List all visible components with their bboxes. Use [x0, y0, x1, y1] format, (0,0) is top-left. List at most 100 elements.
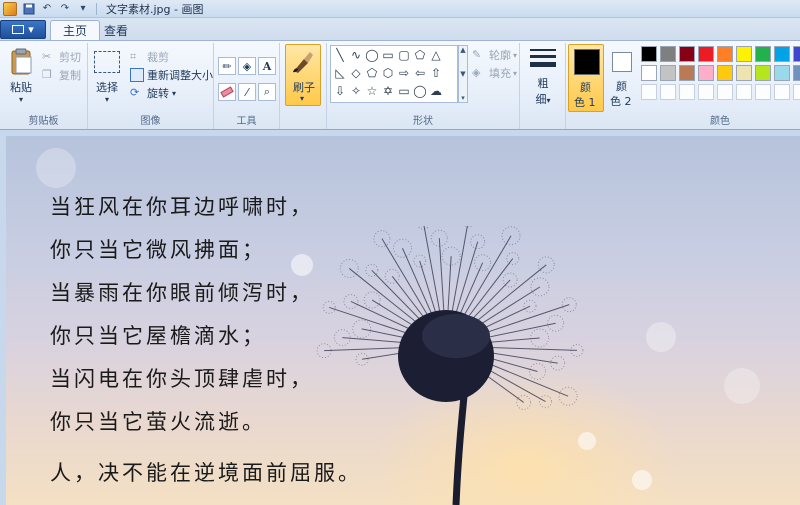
custom-color-slot[interactable] — [774, 84, 790, 100]
chevron-down-icon: ▾ — [513, 68, 518, 78]
palette-swatch[interactable] — [679, 46, 695, 62]
fill-bucket-icon[interactable]: ◈ — [238, 57, 256, 75]
pentagon-shape-icon[interactable]: ⬠ — [365, 66, 379, 80]
copy-button[interactable]: ❐ 复制 — [42, 67, 81, 83]
palette-swatch[interactable] — [641, 65, 657, 81]
palette-swatch[interactable] — [717, 65, 733, 81]
scroll-down-icon[interactable]: ▼ — [460, 70, 465, 78]
palette-swatch[interactable] — [755, 46, 771, 62]
four-point-star-icon[interactable]: ✧ — [349, 84, 363, 98]
menu-box-icon — [12, 25, 25, 34]
crop-label: 裁剪 — [147, 51, 169, 64]
outline-icon: ✎ — [472, 48, 482, 61]
outline-button[interactable]: ✎ 轮廓 ▾ — [472, 47, 517, 63]
brush-label: 刷子 — [293, 81, 315, 94]
palette-swatch[interactable] — [736, 65, 752, 81]
cut-label: 剪切 — [59, 51, 81, 64]
tab-view[interactable]: 查看 — [92, 20, 140, 40]
poem-line: 当闪电在你头顶肆虐时， — [50, 367, 314, 391]
crop-button[interactable]: ⌗ 裁剪 — [130, 49, 169, 65]
right-arrow-shape-icon[interactable]: ⇨ — [397, 66, 411, 80]
triangle-shape-icon[interactable]: △ — [429, 48, 443, 62]
undo-icon[interactable]: ↶ — [39, 2, 55, 16]
fill-label: 填充 — [489, 67, 511, 80]
poem-line: 当暴雨在你眼前倾泻时， — [50, 281, 314, 305]
size-button[interactable]: 粗 细▾ — [528, 47, 558, 107]
paste-button[interactable]: 粘贴 ▾ — [6, 47, 36, 104]
paint-menu-button[interactable]: ▾ — [0, 20, 46, 39]
left-arrow-shape-icon[interactable]: ⇦ — [413, 66, 427, 80]
palette-swatch[interactable] — [755, 65, 771, 81]
palette-swatch[interactable] — [736, 46, 752, 62]
line-shape-icon[interactable]: ╲ — [333, 48, 347, 62]
line-width-icon — [530, 49, 556, 67]
oval-callout-icon[interactable]: ◯ — [413, 84, 427, 98]
paste-label: 粘贴 — [10, 81, 32, 94]
dandelion-seed-tuft — [464, 226, 473, 228]
chevron-down-icon: ▾ — [300, 94, 305, 103]
rect-callout-icon[interactable]: ▭ — [397, 84, 411, 98]
custom-color-slot[interactable] — [755, 84, 771, 100]
image-group: 选择 ▾ ⌗ 裁剪 重新调整大小 ⟳ 旋转 ▾ 图像 — [88, 43, 214, 129]
down-arrow-shape-icon[interactable]: ⇩ — [333, 84, 347, 98]
six-point-star-icon[interactable]: ✡ — [381, 84, 395, 98]
oval-shape-icon[interactable]: ◯ — [365, 48, 379, 62]
diamond-shape-icon[interactable]: ◇ — [349, 66, 363, 80]
palette-swatch[interactable] — [774, 46, 790, 62]
brush-button[interactable]: 刷子 ▾ — [285, 44, 321, 106]
palette-swatch[interactable] — [774, 65, 790, 81]
rounded-rectangle-shape-icon[interactable]: ▢ — [397, 48, 411, 62]
palette-swatch[interactable] — [717, 46, 733, 62]
custom-color-slot[interactable] — [679, 84, 695, 100]
custom-color-slot[interactable] — [698, 84, 714, 100]
shapes-scrollbar[interactable]: ▲ ▼ ▾ — [458, 45, 468, 103]
eraser-icon[interactable] — [218, 83, 236, 101]
drawing-canvas[interactable]: 当狂风在你耳边呼啸时， 你只当它微风拂面； 当暴雨在你眼前倾泻时， 你只当它屋檐… — [6, 136, 800, 505]
custom-color-slot[interactable] — [660, 84, 676, 100]
qat-separator — [96, 2, 97, 15]
up-arrow-shape-icon[interactable]: ⇧ — [429, 66, 443, 80]
color-picker-icon[interactable]: ⁄ — [238, 83, 256, 101]
resize-label: 重新调整大小 — [147, 69, 213, 82]
magnifier-icon[interactable]: ⌕ — [258, 83, 276, 101]
select-rectangle-icon — [94, 51, 120, 73]
cut-button[interactable]: ✂ 剪切 — [42, 49, 81, 65]
select-button[interactable]: 选择 ▾ — [94, 49, 120, 104]
paint-app-icon[interactable] — [3, 1, 17, 16]
custom-color-slot[interactable] — [717, 84, 733, 100]
fill-button[interactable]: ◈ 填充 ▾ — [472, 65, 517, 81]
cloud-callout-icon[interactable]: ☁ — [429, 84, 443, 98]
dandelion-seed-tuft — [516, 394, 532, 410]
expand-gallery-icon[interactable]: ▾ — [461, 94, 465, 102]
poem-line: 人，决不能在逆境面前屈服。 — [50, 461, 362, 485]
palette-swatch[interactable] — [793, 65, 800, 81]
text-tool-icon[interactable]: A — [258, 57, 276, 75]
palette-swatch[interactable] — [641, 46, 657, 62]
pencil-icon[interactable]: ✏ — [218, 57, 236, 75]
custom-color-slot[interactable] — [736, 84, 752, 100]
palette-swatch[interactable] — [660, 65, 676, 81]
five-point-star-icon[interactable]: ☆ — [365, 84, 379, 98]
save-icon[interactable] — [21, 2, 37, 16]
rectangle-shape-icon[interactable]: ▭ — [381, 48, 395, 62]
scroll-up-icon[interactable]: ▲ — [460, 46, 465, 54]
palette-swatch[interactable] — [698, 65, 714, 81]
custom-color-slot[interactable] — [641, 84, 657, 100]
palette-swatch[interactable] — [660, 46, 676, 62]
copy-icon: ❐ — [42, 68, 52, 81]
polygon-shape-icon[interactable]: ⬠ — [413, 48, 427, 62]
resize-button[interactable]: 重新调整大小 — [130, 67, 213, 83]
right-triangle-shape-icon[interactable]: ◺ — [333, 66, 347, 80]
custom-color-slot[interactable] — [793, 84, 800, 100]
redo-icon[interactable]: ↷ — [57, 2, 73, 16]
palette-swatch[interactable] — [698, 46, 714, 62]
rotate-button[interactable]: ⟳ 旋转 ▾ — [130, 85, 176, 101]
customize-qat-icon[interactable]: ▾ — [75, 2, 91, 16]
palette-swatch[interactable] — [793, 46, 800, 62]
dandelion-seed-tuft — [558, 386, 578, 406]
size-label-1: 粗 — [537, 77, 549, 90]
palette-swatch[interactable] — [679, 65, 695, 81]
hexagon-shape-icon[interactable]: ⬡ — [381, 66, 395, 80]
curve-shape-icon[interactable]: ∿ — [349, 48, 363, 62]
scissors-icon: ✂ — [42, 50, 52, 63]
